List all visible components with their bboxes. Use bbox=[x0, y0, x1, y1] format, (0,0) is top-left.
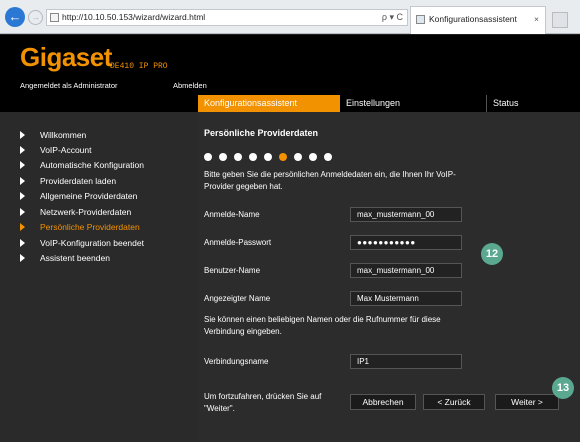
sidebar-item-providerdaten-laden[interactable]: Providerdaten laden bbox=[20, 174, 195, 188]
triangle-icon bbox=[20, 177, 25, 185]
progress-dot bbox=[249, 153, 257, 161]
progress-dot bbox=[294, 153, 302, 161]
triangle-icon bbox=[20, 254, 25, 262]
tab-einstellungen[interactable]: Einstellungen bbox=[340, 95, 485, 112]
label-anmelde-name: Anmelde-Name bbox=[204, 210, 260, 219]
benutzer-name-input[interactable]: max_mustermann_00 bbox=[350, 263, 462, 278]
sidebar-item-label: VoIP-Account bbox=[40, 145, 92, 155]
triangle-icon bbox=[20, 239, 25, 247]
app-header: Gigaset DE410 IP PRO Angemeldet als Admi… bbox=[0, 35, 580, 95]
callout-badge-13: 13 bbox=[552, 377, 574, 399]
progress-dot bbox=[234, 153, 242, 161]
tab-title: Konfigurationsassistent bbox=[429, 14, 517, 24]
progress-dot-current bbox=[279, 153, 287, 161]
triangle-icon bbox=[20, 223, 25, 231]
triangle-icon bbox=[20, 208, 25, 216]
back-button[interactable]: < Zurück bbox=[423, 394, 485, 410]
sidebar-item-label: Persönliche Providerdaten bbox=[40, 222, 140, 232]
sidebar-item-label: VoIP-Konfiguration beendet bbox=[40, 238, 144, 248]
tab-konfigurationsassistent[interactable]: Konfigurationsassistent bbox=[198, 95, 340, 112]
back-arrow-icon[interactable]: ← bbox=[5, 7, 25, 27]
sidebar-item-label: Allgemeine Providerdaten bbox=[40, 191, 138, 201]
triangle-icon bbox=[20, 131, 25, 139]
sidebar-item-label: Assistent beenden bbox=[40, 253, 110, 263]
sidebar-item-label: Providerdaten laden bbox=[40, 176, 117, 186]
label-verbindungsname: Verbindungsname bbox=[204, 357, 269, 366]
progress-dot bbox=[324, 153, 332, 161]
callout-badge-12: 12 bbox=[481, 243, 503, 265]
wizard-sidebar: Willkommen VoIP-Account Automatische Kon… bbox=[0, 112, 198, 442]
sidebar-item-voip-account[interactable]: VoIP-Account bbox=[20, 143, 195, 157]
gigaset-logo: Gigaset bbox=[20, 42, 112, 72]
wizard-content: Persönliche Providerdaten Bitte geben Si… bbox=[198, 112, 580, 442]
main-nav: Konfigurationsassistent Einstellungen St… bbox=[0, 95, 580, 112]
device-model: DE410 IP PRO bbox=[110, 62, 168, 71]
continue-hint-text: Um fortzufahren, drücken Sie auf "Weiter… bbox=[204, 392, 322, 413]
forward-arrow-icon[interactable]: → bbox=[28, 10, 43, 25]
progress-dot bbox=[219, 153, 227, 161]
next-button[interactable]: Weiter > bbox=[495, 394, 559, 410]
label-anmelde-passwort: Anmelde-Passwort bbox=[204, 238, 272, 247]
progress-dot bbox=[309, 153, 317, 161]
tab-close-icon[interactable]: × bbox=[534, 7, 539, 31]
progress-dot bbox=[204, 153, 212, 161]
login-status: Angemeldet als Administrator bbox=[20, 81, 118, 90]
logout-link[interactable]: Abmelden bbox=[173, 81, 207, 90]
triangle-icon bbox=[20, 161, 25, 169]
page-title: Persönliche Providerdaten bbox=[204, 128, 319, 138]
cancel-button[interactable]: Abbrechen bbox=[350, 394, 416, 410]
progress-dot bbox=[264, 153, 272, 161]
triangle-icon bbox=[20, 146, 25, 154]
anmelde-passwort-input[interactable]: ●●●●●●●●●●● bbox=[350, 235, 462, 250]
sidebar-item-assistent-beenden[interactable]: Assistent beenden bbox=[20, 251, 195, 265]
sidebar-item-label: Netzwerk-Providerdaten bbox=[40, 207, 132, 217]
url-text: http://10.10.50.153/wizard/wizard.html bbox=[62, 12, 206, 22]
sidebar-item-willkommen[interactable]: Willkommen bbox=[20, 128, 195, 142]
anmelde-name-input[interactable]: max_mustermann_00 bbox=[350, 207, 462, 222]
browser-tab[interactable]: Konfigurationsassistent × bbox=[410, 6, 546, 34]
angezeigter-name-input[interactable]: Max Mustermann bbox=[350, 291, 462, 306]
sidebar-item-persoenliche-providerdaten[interactable]: Persönliche Providerdaten bbox=[20, 220, 195, 234]
sidebar-item-voip-konfiguration-beendet[interactable]: VoIP-Konfiguration beendet bbox=[20, 236, 195, 250]
search-refresh-icons[interactable]: ρ ▾ C bbox=[382, 10, 403, 25]
triangle-icon bbox=[20, 192, 25, 200]
browser-toolbar: ← → http://10.10.50.153/wizard/wizard.ht… bbox=[0, 0, 580, 34]
sidebar-item-label: Willkommen bbox=[40, 130, 87, 140]
intro-text: Bitte geben Sie die persönlichen Anmelde… bbox=[204, 170, 456, 191]
sidebar-item-label: Automatische Konfiguration bbox=[40, 160, 144, 170]
verbindungsname-input[interactable]: IP1 bbox=[350, 354, 462, 369]
label-benutzer-name: Benutzer-Name bbox=[204, 266, 261, 275]
label-angezeigter-name: Angezeigter Name bbox=[204, 294, 271, 303]
name-hint-text: Sie können einen beliebigen Namen oder d… bbox=[204, 315, 441, 336]
address-bar[interactable]: http://10.10.50.153/wizard/wizard.html ρ… bbox=[46, 9, 408, 26]
sidebar-item-automatische-konfiguration[interactable]: Automatische Konfiguration bbox=[20, 158, 195, 172]
page-icon bbox=[50, 13, 59, 22]
tab-status[interactable]: Status bbox=[486, 95, 580, 112]
tab-favicon-icon bbox=[416, 15, 425, 24]
sidebar-item-allgemeine-providerdaten[interactable]: Allgemeine Providerdaten bbox=[20, 189, 195, 203]
new-tab-button[interactable] bbox=[552, 12, 568, 28]
sidebar-item-netzwerk-providerdaten[interactable]: Netzwerk-Providerdaten bbox=[20, 205, 195, 219]
